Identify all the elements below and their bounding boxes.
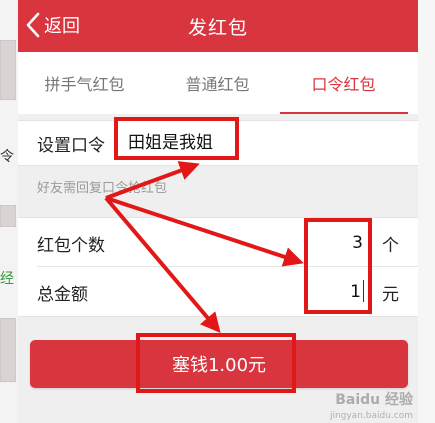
active-tab-indicator — [280, 112, 408, 114]
tab-lucky-packet[interactable]: 拼手气红包 — [18, 52, 151, 114]
amount-label: 总金额 — [37, 285, 88, 305]
watermark-url: jingyan.baidu.com — [329, 411, 413, 421]
background-thumbnail — [0, 40, 16, 100]
page-title: 发红包 — [187, 17, 248, 39]
annotation-box-values — [304, 218, 372, 314]
command-label: 设置口令 — [37, 136, 105, 156]
tab-bar: 拼手气红包 普通红包 口令红包 — [18, 52, 418, 114]
annotation-command-text: 田姐是我姐 — [128, 133, 213, 153]
tab-normal-packet[interactable]: 普通红包 — [151, 52, 284, 114]
background-page-left: 令 经 — [0, 0, 18, 423]
background-thumbnail — [0, 318, 16, 382]
background-thumbnail — [0, 205, 16, 227]
watermark-brand: Baidu 经验 — [335, 392, 413, 408]
amount-unit: 元 — [382, 285, 399, 305]
count-label: 红包个数 — [37, 236, 105, 256]
background-text-char: 令 — [0, 149, 14, 165]
background-text-char: 经 — [0, 271, 14, 287]
tab-password-packet[interactable]: 口令红包 — [277, 52, 410, 114]
count-unit: 个 — [382, 236, 399, 256]
background-page-right — [418, 0, 435, 423]
app-header: 返回 发红包 — [18, 0, 418, 52]
annotation-box-button — [136, 333, 296, 393]
annotation-box-command: 田姐是我姐 — [114, 117, 239, 160]
command-hint: 好友需回复口令抢红包 — [37, 181, 168, 196]
